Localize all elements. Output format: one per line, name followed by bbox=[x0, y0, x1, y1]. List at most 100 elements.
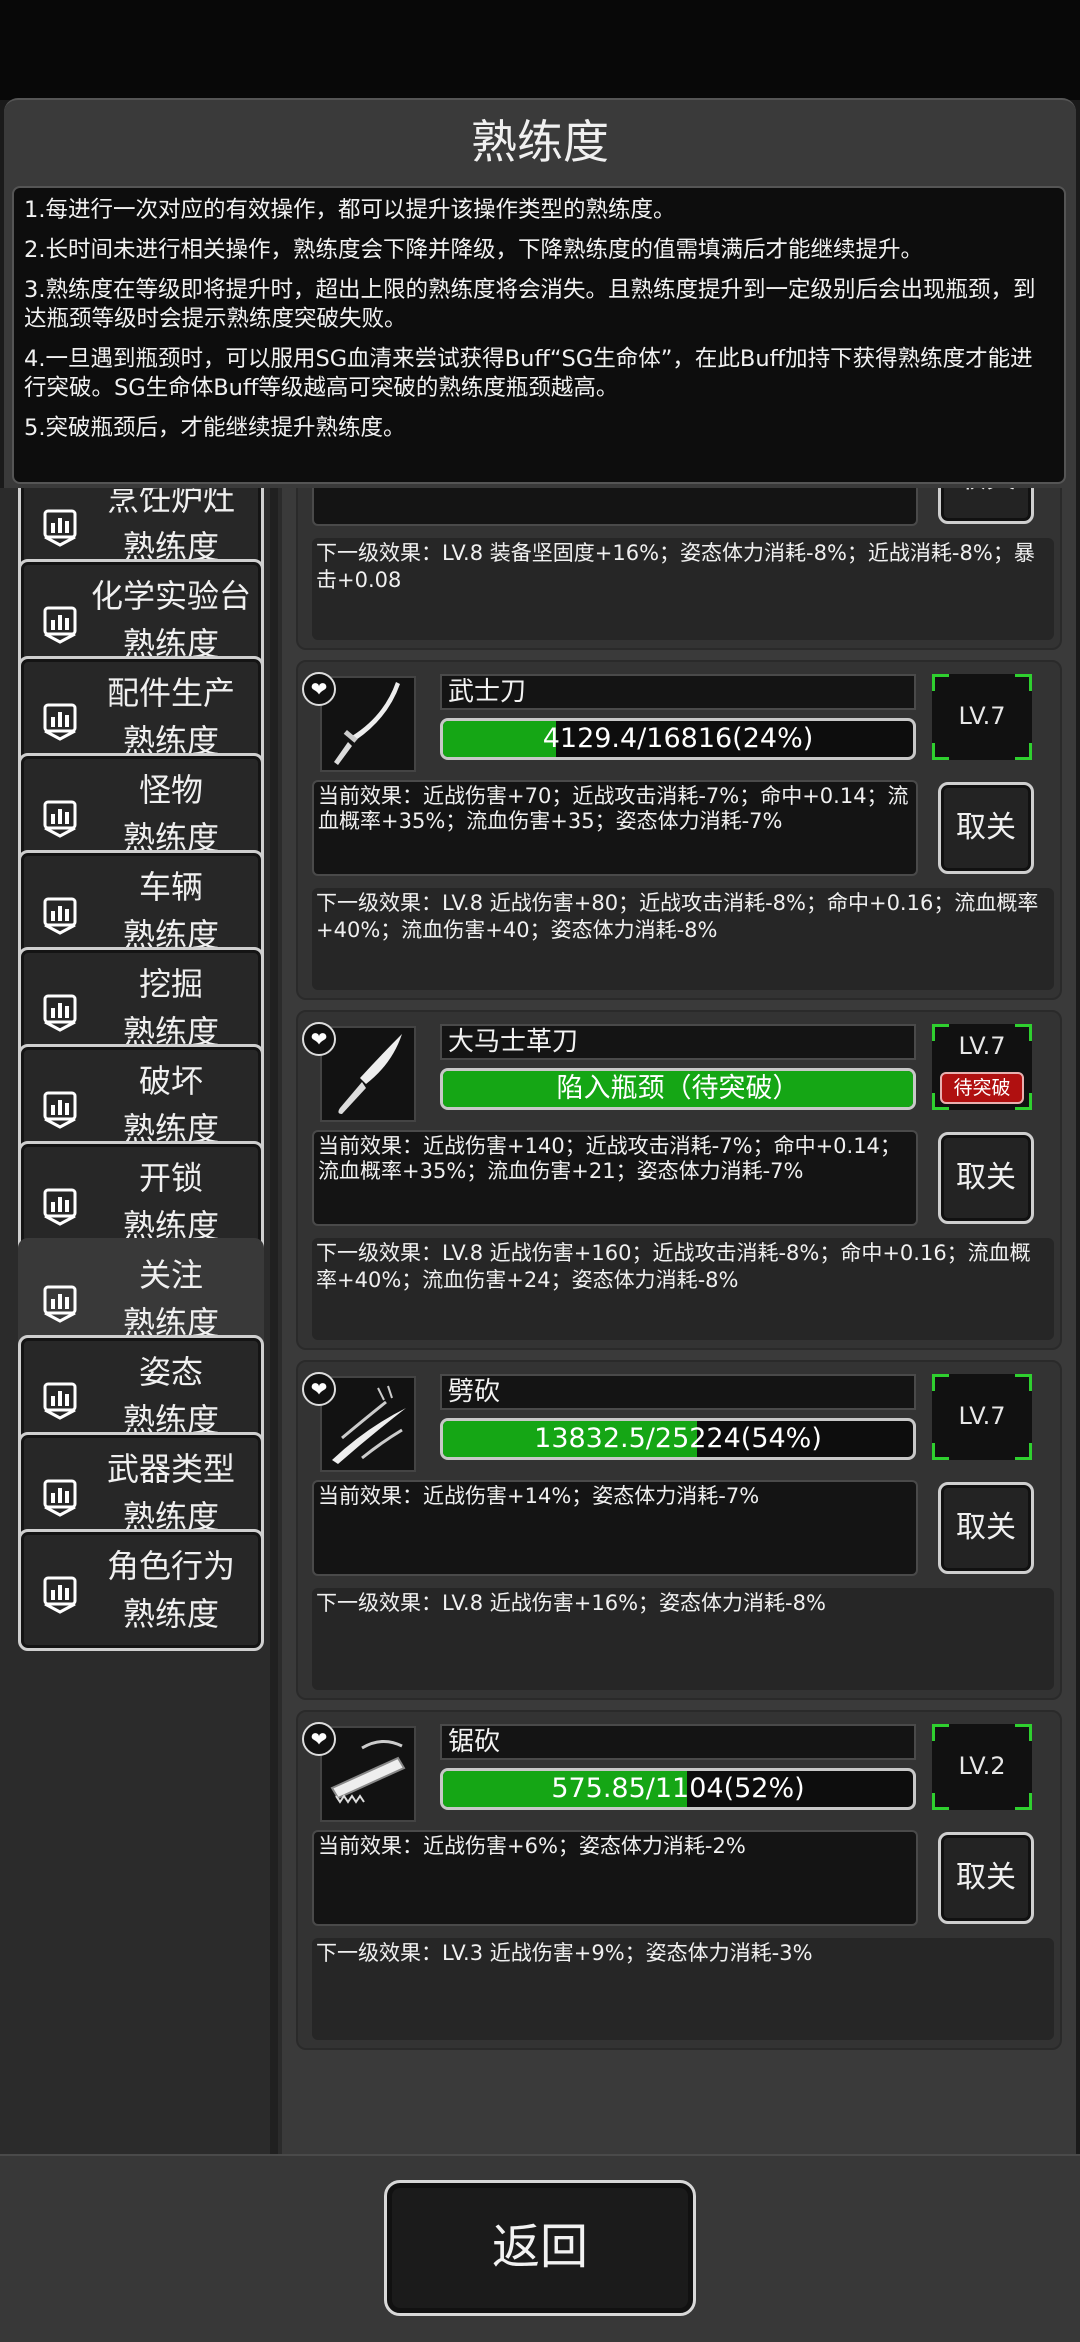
level-text: LV.7 bbox=[958, 1402, 1006, 1430]
proficiency-card: ❤ 锯砍 575.85/1104(52%) LV.2 当前效果：近战伤害+6%；姿态体力… bbox=[296, 1710, 1062, 2050]
progress-bar: 575.85/1104(52%) bbox=[440, 1768, 916, 1810]
proficiency-badge-icon bbox=[39, 701, 81, 743]
level-corner bbox=[1015, 1724, 1032, 1741]
skill-name: 大马士革刀 bbox=[440, 1024, 916, 1060]
sidebar-item-label: 角色行为 熟练度 bbox=[81, 1542, 261, 1638]
level-corner bbox=[1015, 1443, 1032, 1460]
level-corner bbox=[932, 1374, 949, 1391]
next-level-effect: 下一级效果：LV.8 近战伤害+160；近战攻击消耗-8%；命中+0.16；流血… bbox=[312, 1238, 1054, 1340]
bottom-bar: 返回 bbox=[0, 2154, 1080, 2342]
proficiency-badge-icon bbox=[39, 604, 81, 646]
progress-bar: 13832.5/25224(54%) bbox=[440, 1418, 916, 1460]
proficiency-badge-icon bbox=[39, 1089, 81, 1131]
top-background bbox=[0, 0, 1080, 100]
sidebar-item-label: 怪物 熟练度 bbox=[81, 766, 261, 862]
sidebar-item-label: 车辆 熟练度 bbox=[81, 863, 261, 959]
favorite-heart-icon[interactable]: ❤ bbox=[302, 1372, 336, 1406]
sidebar-item-label: 关注 熟练度 bbox=[81, 1251, 261, 1347]
proficiency-card: ❤ 大马士革刀陷入瓶颈（待突破） LV.7 待突破 当前效果：近战伤害+140；近战攻击… bbox=[296, 1010, 1062, 1350]
sidebar-item-title: 关注 bbox=[138, 1256, 203, 1294]
next-level-effect: 下一级效果：LV.8 近战伤害+16%；姿态体力消耗-8% bbox=[312, 1588, 1054, 1690]
sidebar-item-label: 武器类型 熟练度 bbox=[81, 1445, 261, 1541]
proficiency-badge-icon bbox=[39, 1477, 81, 1519]
proficiency-badge-icon bbox=[39, 895, 81, 937]
sidebar-item-title: 化学实验台 bbox=[90, 577, 251, 615]
level-corner bbox=[1015, 1374, 1032, 1391]
unfollow-button[interactable]: 取关 bbox=[938, 488, 1034, 524]
level-corner bbox=[932, 1793, 949, 1810]
info-line: 1.每进行一次对应的有效操作，都可以提升该操作类型的熟练度。 bbox=[24, 197, 676, 223]
level-text: LV.2 bbox=[958, 1752, 1006, 1780]
proficiency-badge-icon bbox=[39, 1574, 81, 1616]
sidebar-item-title: 角色行为 bbox=[106, 1547, 235, 1585]
category-sidebar[interactable]: 烹饪炉灶 熟练度 化学实验台 熟练度 配件生产 熟练度 怪物 熟练度 车辆 熟练度 挖掘 熟练度 破坏熟… bbox=[0, 488, 282, 2154]
skill-name: 锯砍 bbox=[440, 1724, 916, 1760]
unfollow-button[interactable]: 取关 bbox=[938, 1132, 1034, 1224]
unfollow-button[interactable]: 取关 bbox=[938, 782, 1034, 874]
sidebar-item-label: 配件生产 熟练度 bbox=[81, 669, 261, 765]
sidebar-item-title: 挖掘 bbox=[138, 965, 203, 1003]
sidebar-item-label: 开锁 熟练度 bbox=[81, 1154, 261, 1250]
progress-text: 575.85/1104(52%) bbox=[551, 1773, 805, 1804]
sidebar-item-title: 怪物 bbox=[138, 771, 203, 809]
sidebar-item-title: 开锁 bbox=[138, 1159, 203, 1197]
level-corner bbox=[1015, 743, 1032, 760]
level-corner bbox=[1015, 674, 1032, 691]
sidebar-item-label: 姿态 熟练度 bbox=[81, 1348, 261, 1444]
sidebar-item-title: 烹饪炉灶 bbox=[106, 488, 235, 518]
level-corner bbox=[932, 743, 949, 760]
favorite-heart-icon[interactable]: ❤ bbox=[302, 1722, 336, 1756]
sidebar-item-label: 化学实验台 熟练度 bbox=[81, 572, 261, 668]
info-line: 2.长时间未进行相关操作，熟练度会下降并降级，下降熟练度的值需填满后才能继续提升… bbox=[24, 237, 923, 263]
current-effect: 当前效果：近战伤害+70；近战攻击消耗-7%；命中+0.14；流血概率+35%；… bbox=[312, 780, 918, 876]
info-line: 4.一旦遇到瓶颈时，可以服用SG血清来尝试获得Buff“SG生命体”，在此Buf… bbox=[24, 346, 1033, 401]
progress-text: 4129.4/16816(24%) bbox=[542, 723, 814, 754]
proficiency-card: ❤ 劈砍 13832.5/25224(54%) LV.7 当前效果：近战伤害+14%；姿… bbox=[296, 1360, 1062, 1700]
level-corner bbox=[932, 674, 949, 691]
sidebar-item[interactable]: 角色行为 熟练度 bbox=[18, 1529, 264, 1651]
proficiency-list[interactable]: ❤刀剑类陷入瓶颈（待突破）LV.7待突破当前效果：装备坚固度+14%；姿态体力消… bbox=[292, 488, 1066, 2154]
level-corner bbox=[1015, 1793, 1032, 1810]
progress-text: 陷入瓶颈（待突破） bbox=[556, 1073, 800, 1104]
progress-bar: 陷入瓶颈（待突破） bbox=[440, 1068, 916, 1110]
unfollow-button[interactable]: 取关 bbox=[938, 1482, 1034, 1574]
favorite-heart-icon[interactable]: ❤ bbox=[302, 672, 336, 706]
sidebar-item-label: 挖掘 熟练度 bbox=[81, 960, 261, 1056]
proficiency-badge-icon bbox=[39, 1380, 81, 1422]
sidebar-item-title: 配件生产 bbox=[106, 674, 235, 712]
info-line: 5.突破瓶颈后，才能继续提升熟练度。 bbox=[24, 415, 406, 441]
level-corner bbox=[932, 1724, 949, 1741]
level-badge: LV.7 bbox=[932, 1374, 1032, 1460]
sidebar-item-title: 姿态 bbox=[138, 1353, 203, 1391]
proficiency-card: ❤刀剑类陷入瓶颈（待突破）LV.7待突破当前效果：装备坚固度+14%；姿态体力消… bbox=[296, 488, 1062, 650]
sidebar-scrollbar[interactable] bbox=[270, 488, 278, 2154]
sidebar-item-title: 破坏 bbox=[138, 1062, 203, 1100]
proficiency-badge-icon bbox=[39, 507, 81, 549]
current-effect: 当前效果：近战伤害+140；近战攻击消耗-7%；命中+0.14；流血概率+35%… bbox=[312, 1130, 918, 1226]
breakthrough-tag: 待突破 bbox=[940, 1072, 1024, 1104]
progress-text: 13832.5/25224(54%) bbox=[534, 1423, 822, 1454]
level-badge: LV.7 待突破 bbox=[932, 1024, 1032, 1110]
current-effect: 当前效果：近战伤害+6%；姿态体力消耗-2% bbox=[312, 1830, 918, 1926]
level-corner bbox=[932, 1443, 949, 1460]
level-badge: LV.7 bbox=[932, 674, 1032, 760]
progress-bar: 4129.4/16816(24%) bbox=[440, 718, 916, 760]
current-effect: 当前效果：近战伤害+14%；姿态体力消耗-7% bbox=[312, 1480, 918, 1576]
current-effect: 当前效果：装备坚固度+14%；姿态体力消耗-7%；近战消耗-7%；暴击+0.07 bbox=[312, 488, 918, 526]
sidebar-item-title: 车辆 bbox=[138, 868, 203, 906]
unfollow-button[interactable]: 取关 bbox=[938, 1832, 1034, 1924]
info-line: 3.熟练度在等级即将提升时，超出上限的熟练度将会消失。且熟练度提升到一定级别后会… bbox=[24, 277, 1036, 332]
level-text: LV.7 bbox=[958, 702, 1006, 730]
proficiency-badge-icon bbox=[39, 1186, 81, 1228]
sidebar-item-title: 武器类型 bbox=[106, 1450, 235, 1488]
proficiency-badge-icon bbox=[39, 798, 81, 840]
next-level-effect: 下一级效果：LV.8 装备坚固度+16%；姿态体力消耗-8%；近战消耗-8%；暴… bbox=[312, 538, 1054, 640]
favorite-heart-icon[interactable]: ❤ bbox=[302, 1022, 336, 1056]
proficiency-badge-icon bbox=[39, 1283, 81, 1325]
skill-name: 武士刀 bbox=[440, 674, 916, 710]
level-badge: LV.2 bbox=[932, 1724, 1032, 1810]
back-button[interactable]: 返回 bbox=[384, 2180, 696, 2316]
next-level-effect: 下一级效果：LV.8 近战伤害+80；近战攻击消耗-8%；命中+0.16；流血概… bbox=[312, 888, 1054, 990]
proficiency-badge-icon bbox=[39, 992, 81, 1034]
sidebar-item-label: 破坏 熟练度 bbox=[81, 1057, 261, 1153]
